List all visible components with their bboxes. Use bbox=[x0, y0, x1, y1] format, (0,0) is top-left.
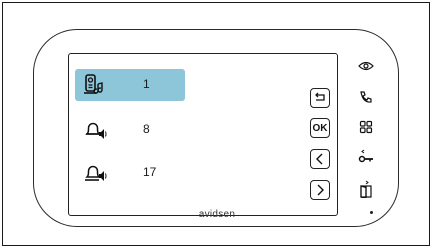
phone-icon bbox=[360, 91, 372, 103]
ok-label: OK bbox=[312, 122, 328, 134]
handset-speaker-icon bbox=[81, 160, 107, 186]
back-button[interactable] bbox=[310, 88, 330, 108]
bell-speaker-icon bbox=[81, 117, 107, 143]
ok-button[interactable]: OK bbox=[310, 118, 330, 138]
row-value: 17 bbox=[143, 165, 157, 179]
grid-icon bbox=[359, 120, 373, 134]
left-button[interactable] bbox=[310, 149, 330, 169]
brand-logo: avidsen bbox=[198, 209, 236, 220]
doorbell-speaker-icon bbox=[81, 72, 107, 98]
door-open-icon bbox=[360, 180, 372, 198]
door-button[interactable] bbox=[355, 178, 377, 200]
eye-icon bbox=[358, 61, 374, 71]
key-icon bbox=[358, 149, 373, 163]
chevron-right-icon bbox=[317, 184, 324, 196]
row-value: 8 bbox=[143, 122, 150, 136]
call-button[interactable] bbox=[355, 86, 377, 108]
menu-button[interactable] bbox=[355, 116, 377, 138]
menu-row-doorbell[interactable]: 1 bbox=[75, 69, 185, 101]
menu-row-handset[interactable]: 17 bbox=[75, 157, 185, 189]
camera-view-button[interactable] bbox=[355, 55, 377, 77]
return-arrow-icon bbox=[315, 92, 325, 101]
menu-row-bell[interactable]: 8 bbox=[75, 114, 185, 146]
right-button[interactable] bbox=[310, 180, 330, 200]
gate-button[interactable] bbox=[355, 146, 377, 168]
chevron-left-icon bbox=[316, 153, 323, 165]
row-value: 1 bbox=[143, 77, 150, 91]
